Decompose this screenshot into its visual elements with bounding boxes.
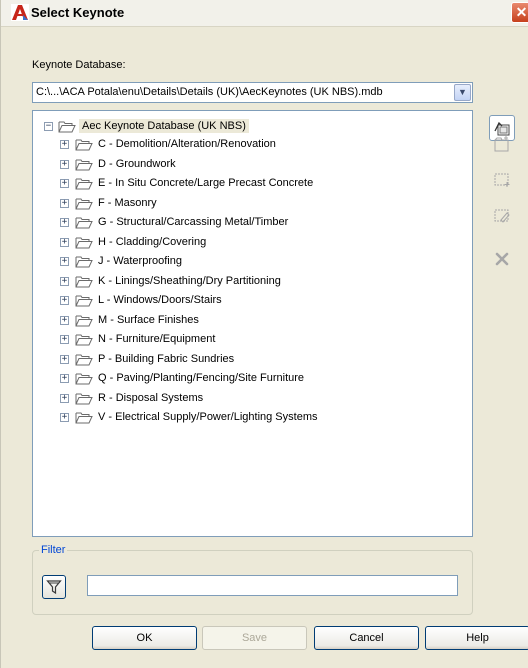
tree-node-label[interactable]: N - Furniture/Equipment: [98, 333, 215, 345]
expand-icon[interactable]: +: [60, 198, 69, 208]
expand-icon[interactable]: +: [60, 276, 69, 286]
tree-node-label[interactable]: R - Disposal Systems: [98, 392, 203, 404]
filter-legend: Filter: [39, 544, 68, 556]
open-folder-icon: [75, 412, 93, 424]
tree-node-label[interactable]: Q - Paving/Planting/Fencing/Site Furnitu…: [98, 372, 304, 384]
open-folder-icon: [75, 159, 93, 170]
expand-icon[interactable]: +: [60, 257, 69, 266]
filter-input[interactable]: [87, 575, 458, 596]
expand-icon[interactable]: +: [60, 159, 69, 169]
add-group-button[interactable]: [489, 131, 515, 157]
expand-icon[interactable]: +: [60, 237, 69, 247]
chevron-down-icon[interactable]: ▼: [454, 84, 471, 101]
tree-node-label[interactable]: C - Demolition/Alteration/Renovation: [98, 138, 276, 150]
tree-node-label[interactable]: J - Waterproofing: [98, 255, 182, 267]
open-folder-icon: [75, 178, 93, 190]
tree-node-label[interactable]: V - Electrical Supply/Power/Lighting Sys…: [98, 411, 317, 423]
collapse-icon[interactable]: −: [44, 122, 53, 131]
open-folder-icon: [75, 295, 93, 307]
keynote-database-dropdown[interactable]: C:\...\ACA Potala\enu\Details\Details (U…: [32, 82, 473, 103]
delete-icon: [495, 252, 509, 266]
save-button[interactable]: Save: [202, 626, 307, 650]
add-keynote-button[interactable]: [489, 167, 515, 193]
open-folder-icon: [75, 256, 93, 268]
autocad-logo-icon: [11, 4, 29, 21]
expand-icon[interactable]: +: [60, 140, 69, 149]
open-folder-icon: [58, 121, 76, 133]
tree-node-label[interactable]: D - Groundwork: [98, 158, 176, 170]
expand-icon[interactable]: +: [60, 393, 69, 403]
tree-node-label[interactable]: F - Masonry: [98, 197, 157, 209]
expand-icon[interactable]: +: [60, 335, 69, 344]
add-keynote-icon: [494, 173, 510, 187]
expand-icon[interactable]: +: [60, 354, 69, 364]
tree-node-label[interactable]: G - Structural/Carcassing Metal/Timber: [98, 216, 288, 228]
expand-icon[interactable]: +: [60, 179, 69, 188]
expand-icon[interactable]: +: [60, 218, 69, 227]
open-folder-icon: [75, 373, 93, 385]
open-folder-icon: [75, 334, 93, 346]
open-folder-icon: [75, 393, 93, 404]
tree-node-label[interactable]: P - Building Fabric Sundries: [98, 353, 234, 365]
open-folder-icon: [75, 276, 93, 287]
edit-keynote-button[interactable]: [489, 203, 515, 229]
ok-button[interactable]: OK: [92, 626, 197, 650]
keynote-tree[interactable]: − Aec Keynote Database (UK NBS) + C - Dem…: [32, 110, 473, 537]
tree-node-label[interactable]: M - Surface Finishes: [98, 314, 199, 326]
funnel-icon: [46, 580, 62, 595]
tree-node-label[interactable]: H - Cladding/Covering: [98, 236, 206, 248]
keynote-database-label: Keynote Database:: [32, 59, 126, 71]
open-folder-icon: [75, 315, 93, 326]
expand-icon[interactable]: +: [60, 413, 69, 422]
close-button[interactable]: ✕: [511, 2, 528, 23]
delete-button[interactable]: [489, 246, 515, 272]
title-bar: Select Keynote ✕: [1, 0, 528, 27]
expand-icon[interactable]: +: [60, 296, 69, 305]
edit-keynote-icon: [494, 209, 510, 223]
selected-database-path: C:\...\ACA Potala\enu\Details\Details (U…: [36, 86, 383, 98]
filter-button[interactable]: [42, 575, 66, 599]
help-button[interactable]: Help: [425, 626, 528, 650]
expand-icon[interactable]: +: [60, 315, 69, 325]
tree-root-label[interactable]: Aec Keynote Database (UK NBS): [79, 119, 249, 133]
open-folder-icon: [75, 237, 93, 248]
expand-icon[interactable]: +: [60, 374, 69, 383]
add-group-icon: [494, 136, 509, 152]
open-folder-icon: [75, 139, 93, 151]
open-folder-icon: [75, 217, 93, 229]
tree-node-label[interactable]: L - Windows/Doors/Stairs: [98, 294, 222, 306]
tree-node-label[interactable]: E - In Situ Concrete/Large Precast Concr…: [98, 177, 313, 189]
open-folder-icon: [75, 354, 93, 365]
open-folder-icon: [75, 198, 93, 209]
tree-node-label[interactable]: K - Linings/Sheathing/Dry Partitioning: [98, 275, 281, 287]
select-keynote-dialog: Select Keynote ✕ Keynote Database: C:\..…: [0, 0, 528, 668]
cancel-button[interactable]: Cancel: [314, 626, 419, 650]
window-title: Select Keynote: [31, 5, 125, 20]
